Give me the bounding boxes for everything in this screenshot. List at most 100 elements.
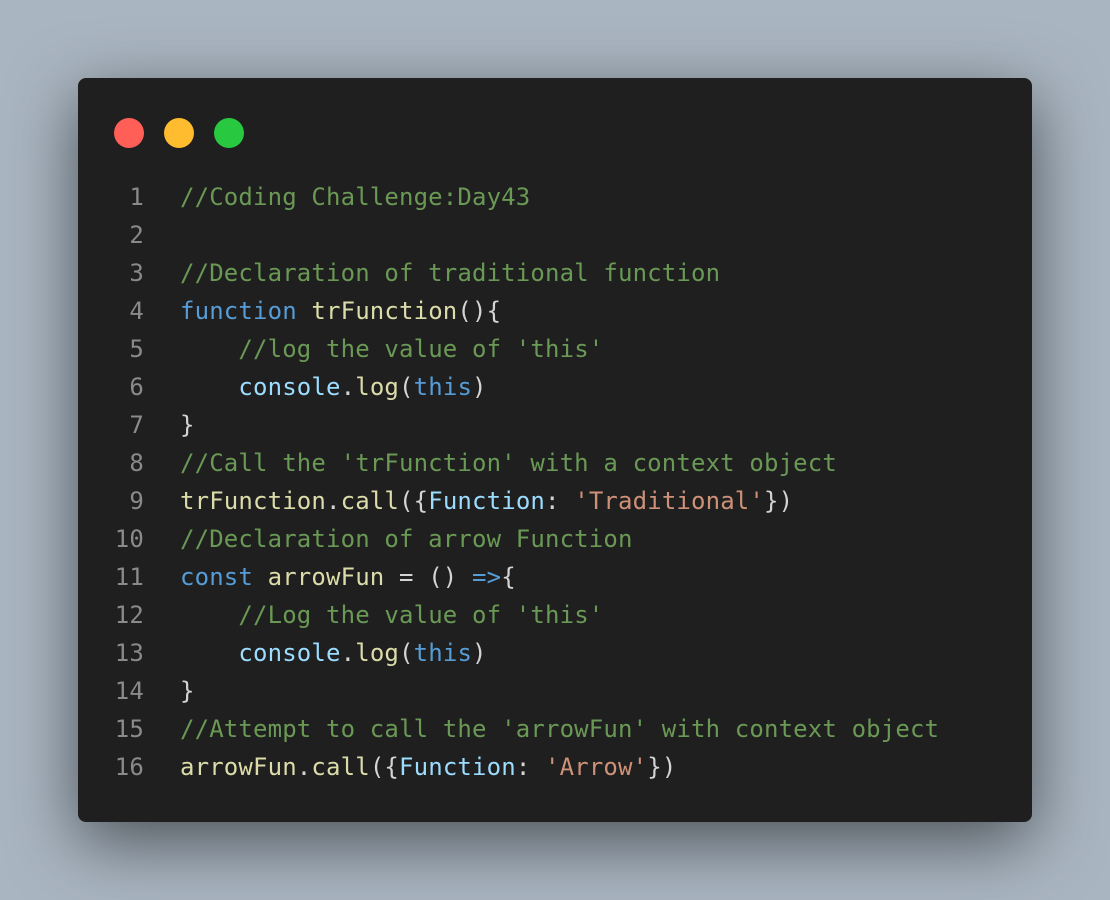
code-token-punct: . — [340, 373, 356, 401]
code-token-punct: { — [501, 563, 516, 591]
code-line: 1 //Coding Challenge:Day43 — [78, 178, 1032, 216]
line-number: 13 — [114, 639, 144, 667]
line-number: 4 — [129, 297, 144, 325]
code-token-comment: //Attempt to call the 'arrowFun' with co… — [180, 715, 940, 743]
line-number: 12 — [114, 601, 144, 629]
line-content: //Log the value of 'this' — [144, 596, 603, 634]
code-token-function: log — [355, 373, 400, 401]
line-number: 5 — [129, 335, 144, 363]
code-token-variable: console — [238, 639, 341, 667]
code-line: 9 trFunction.call({Function: 'Traditional… — [78, 482, 1032, 520]
line-number: 6 — [129, 373, 144, 401]
line-number: 14 — [114, 677, 144, 705]
code-token-punct: . — [296, 753, 312, 781]
code-token-string: 'Arrow' — [545, 753, 648, 781]
code-line: 6 console.log(this) — [78, 368, 1032, 406]
code-token-variable: Function — [399, 753, 516, 781]
line-number: 15 — [114, 715, 144, 743]
code-token-punct: ({ — [399, 487, 429, 515]
line-number: 11 — [114, 563, 144, 591]
code-token-comment: //Log the value of 'this' — [238, 601, 604, 629]
code-token-punct: }) — [647, 753, 677, 781]
line-number: 9 — [129, 487, 144, 515]
code-token-string: 'Traditional' — [574, 487, 765, 515]
code-line: 3 //Declaration of traditional function — [78, 254, 1032, 292]
code-token-keyword: => — [472, 563, 502, 591]
code-window: 1 //Coding Challenge:Day43 2 3 //Declaration… — [78, 78, 1032, 822]
code-token-variable: console — [238, 373, 341, 401]
code-token-punct: ) — [472, 373, 487, 401]
code-token-keyword: this — [413, 373, 473, 401]
line-number: 1 — [129, 183, 144, 211]
code-line: 12 //Log the value of 'this' — [78, 596, 1032, 634]
code-token-comment: //Call the 'trFunction' with a context o… — [180, 449, 837, 477]
code-line: 16 arrowFun.call({Function: 'Arrow'}) — [78, 748, 1032, 786]
code-token-function: arrowFun — [180, 753, 297, 781]
code-token-punct: ({ — [369, 753, 400, 781]
code-line: 11 const arrowFun = () =>{ — [78, 558, 1032, 596]
code-line: 5 //log the value of 'this' — [78, 330, 1032, 368]
code-token-comment: //Declaration of arrow Function — [180, 525, 633, 553]
close-button[interactable] — [114, 118, 144, 148]
code-editor[interactable]: 1 //Coding Challenge:Day43 2 3 //Declaration… — [78, 178, 1032, 786]
code-token-punct: . — [340, 639, 356, 667]
line-content: arrowFun.call({Function: 'Arrow'}) — [144, 748, 676, 786]
code-token-punct: ) — [472, 639, 487, 667]
line-content: console.log(this) — [144, 634, 487, 672]
code-token-comment: //log the value of 'this' — [238, 335, 604, 363]
line-number: 8 — [129, 449, 144, 477]
line-number: 7 — [129, 411, 144, 439]
window-controls — [114, 118, 244, 148]
code-line: 10 //Declaration of arrow Function — [78, 520, 1032, 558]
line-content: trFunction.call({Function: 'Traditional'… — [144, 482, 793, 520]
code-token-punct: : — [515, 753, 546, 781]
code-line: 13 console.log(this) — [78, 634, 1032, 672]
code-token-punct: = () — [384, 563, 473, 591]
code-token-punct: (){ — [457, 297, 502, 325]
code-token-punct: } — [180, 677, 195, 705]
line-content: //log the value of 'this' — [144, 330, 603, 368]
line-content: //Declaration of arrow Function — [144, 520, 633, 558]
code-line: 15 //Attempt to call the 'arrowFun' with … — [78, 710, 1032, 748]
code-token-punct: } — [180, 411, 195, 439]
line-number: 2 — [129, 221, 144, 249]
line-content: const arrowFun = () =>{ — [144, 558, 516, 596]
code-token-comment: //Coding Challenge:Day43 — [180, 183, 531, 211]
code-token-function: arrowFun — [267, 563, 385, 591]
line-content — [144, 216, 180, 254]
code-token-keyword: const — [180, 563, 253, 591]
line-content: //Declaration of traditional function — [144, 254, 720, 292]
code-token-keyword: this — [413, 639, 473, 667]
code-line: 4 function trFunction(){ — [78, 292, 1032, 330]
code-token-function: trFunction — [180, 487, 326, 515]
code-token-function: call — [340, 487, 400, 515]
code-token-function: log — [355, 639, 400, 667]
code-token-function: call — [311, 753, 370, 781]
line-content: //Call the 'trFunction' with a context o… — [144, 444, 837, 482]
line-number: 3 — [129, 259, 144, 287]
code-token-punct: . — [326, 487, 341, 515]
line-content: } — [144, 406, 195, 444]
code-token-comment: //Declaration of traditional function — [180, 259, 721, 287]
line-content: } — [144, 672, 195, 710]
code-line: 14} — [78, 672, 1032, 710]
code-line: 2 — [78, 216, 1032, 254]
code-token-punct: ( — [399, 373, 414, 401]
line-number: 10 — [114, 525, 144, 553]
code-token-variable: Function — [428, 487, 546, 515]
line-content: function trFunction(){ — [144, 292, 501, 330]
line-content: //Attempt to call the 'arrowFun' with co… — [144, 710, 939, 748]
minimize-button[interactable] — [164, 118, 194, 148]
code-line: 7} — [78, 406, 1032, 444]
code-token-function: trFunction — [311, 297, 458, 325]
code-token-punct: }) — [764, 487, 794, 515]
code-line: 8 //Call the 'trFunction' with a context … — [78, 444, 1032, 482]
maximize-button[interactable] — [214, 118, 244, 148]
code-token-punct: : — [545, 487, 575, 515]
